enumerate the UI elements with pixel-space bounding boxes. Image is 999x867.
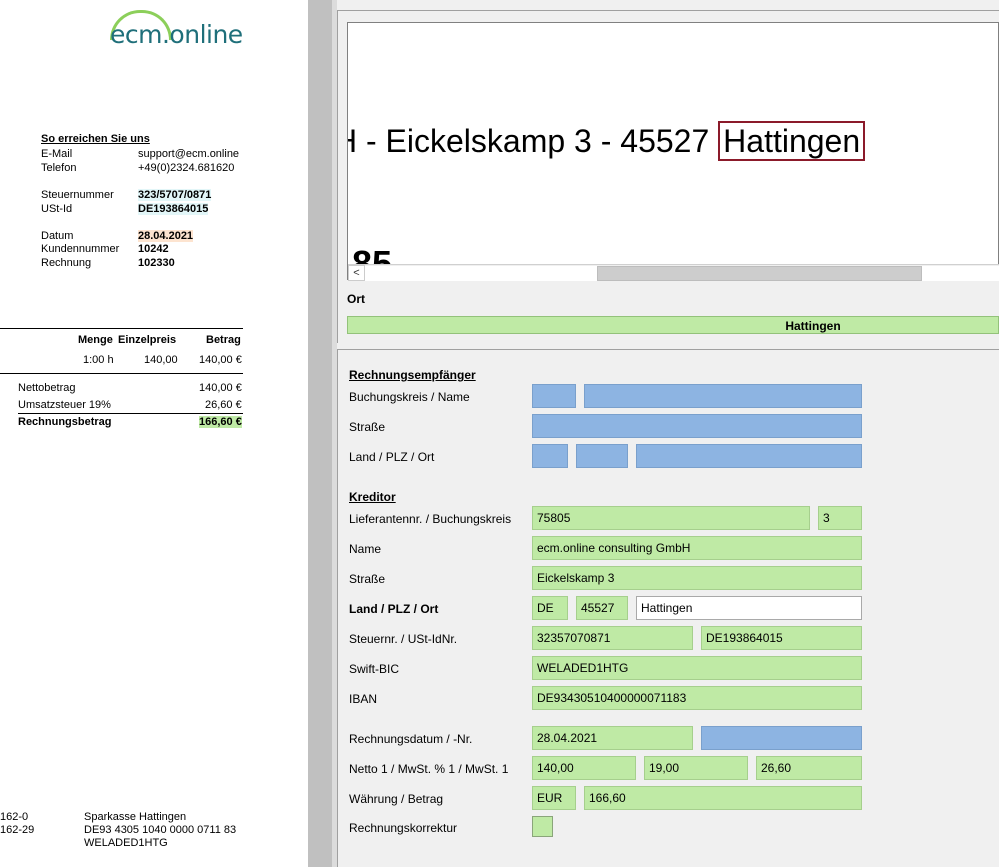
scrollbar-thumb[interactable] bbox=[597, 266, 922, 281]
footer-iban: DE93 4305 1040 0000 0711 83 bbox=[84, 824, 237, 836]
label-buchungskreis-name: Buchungskreis / Name bbox=[349, 390, 470, 404]
kreditor-buchungskreis-field[interactable]: 3 bbox=[818, 506, 862, 530]
rechnungskorrektur-checkbox[interactable] bbox=[532, 816, 553, 837]
label-rechnungsdatum-nr: Rechnungsdatum / -Nr. bbox=[349, 732, 473, 746]
preview-horizontal-scrollbar[interactable]: < bbox=[348, 264, 999, 281]
kreditor-ort-field[interactable]: Hattingen bbox=[636, 596, 862, 620]
mwst-percent-field[interactable]: 19,00 bbox=[644, 756, 748, 780]
swift-bic-field[interactable]: WELADED1HTG bbox=[532, 656, 862, 680]
row-einzelpreis: 140,00 bbox=[144, 354, 178, 366]
kundennummer-label: Kundennummer bbox=[41, 243, 120, 255]
betrag-field[interactable]: 166,60 bbox=[584, 786, 862, 810]
preview-address-prefix: H - Eickelskamp 3 - 45527 bbox=[347, 123, 719, 159]
footer-bic: WELADED1HTG bbox=[84, 837, 168, 849]
empfaenger-land-field[interactable] bbox=[532, 444, 568, 468]
kreditor-strasse-field[interactable]: Eickelskamp 3 bbox=[532, 566, 862, 590]
rechnungsbetrag-value: 166,60 € bbox=[199, 416, 242, 428]
rechnungsnr-field[interactable] bbox=[701, 726, 862, 750]
footer-left-2: 162-29 bbox=[0, 824, 35, 836]
nettobetrag-value: 140,00 € bbox=[199, 382, 242, 394]
empfaenger-ort-field[interactable] bbox=[636, 444, 862, 468]
contact-phone-label: Telefon bbox=[41, 162, 77, 174]
kundennummer-value: 10242 bbox=[138, 243, 169, 255]
footer-bank-name: Sparkasse Hattingen bbox=[84, 811, 187, 823]
logo-text: ecm.online bbox=[110, 20, 243, 49]
ort-field-label: Ort bbox=[347, 292, 365, 306]
steuernr-field[interactable]: 32357070871 bbox=[532, 626, 693, 650]
col-menge: Menge bbox=[78, 334, 113, 346]
kreditor-plz-field[interactable]: 45527 bbox=[576, 596, 628, 620]
footer-left-1: 162-0 bbox=[0, 811, 29, 823]
contact-heading: So erreichen Sie uns bbox=[41, 133, 150, 145]
datum-value: 28.04.2021 bbox=[138, 230, 194, 242]
rechnung-value: 102330 bbox=[138, 257, 175, 269]
label-steuernr-ustid: Steuernr. / USt-IdNr. bbox=[349, 632, 458, 646]
splitter-bar[interactable] bbox=[308, 0, 332, 867]
section-rechnungsempfaenger: Rechnungsempfänger bbox=[349, 368, 476, 382]
label-waehrung-betrag: Währung / Betrag bbox=[349, 792, 444, 806]
umsatzsteuer-label: Umsatzsteuer 19% bbox=[18, 399, 111, 411]
ustid-value: DE193864015 bbox=[138, 203, 209, 215]
label-netto-mwst: Netto 1 / MwSt. % 1 / MwSt. 1 bbox=[349, 762, 509, 776]
waehrung-field[interactable]: EUR bbox=[532, 786, 576, 810]
label-name: Name bbox=[349, 542, 382, 556]
netto-field[interactable]: 140,00 bbox=[532, 756, 636, 780]
steuernummer-value: 323/5707/0871 bbox=[138, 189, 212, 201]
divider bbox=[0, 328, 243, 329]
kreditor-name-field[interactable]: ecm.online consulting GmbH bbox=[532, 536, 862, 560]
label-lieferantennr: Lieferantennr. / Buchungskreis bbox=[349, 512, 512, 526]
label-land-plz-ort-kreditor: Land / PLZ / Ort bbox=[349, 602, 439, 616]
label-strasse-empfaenger: Straße bbox=[349, 420, 386, 434]
col-einzelpreis: Einzelpreis bbox=[118, 334, 177, 346]
preview-highlight-box: Hattingen bbox=[718, 121, 866, 161]
label-land-plz-ort-empfaenger: Land / PLZ / Ort bbox=[349, 450, 435, 464]
row-betrag: 140,00 € bbox=[199, 354, 242, 366]
datum-label: Datum bbox=[41, 230, 74, 242]
label-rechnungskorrektur: Rechnungskorrektur bbox=[349, 821, 458, 835]
nettobetrag-label: Nettobetrag bbox=[18, 382, 76, 394]
row-menge: 1:00 h bbox=[83, 354, 114, 366]
label-iban: IBAN bbox=[349, 692, 378, 706]
ustid-label: USt-Id bbox=[41, 203, 73, 215]
empfaenger-buchungskreis-field[interactable] bbox=[532, 384, 576, 408]
ecm-online-logo: ecm.online bbox=[108, 10, 243, 52]
ustid-field[interactable]: DE193864015 bbox=[701, 626, 862, 650]
divider bbox=[0, 373, 243, 374]
zoom-preview: H - Eickelskamp 3 - 45527 Hattingen l r … bbox=[347, 22, 999, 280]
contact-email-label: E-Mail bbox=[41, 148, 73, 160]
ort-extracted-value[interactable]: Hattingen bbox=[347, 316, 999, 334]
rechnung-label: Rechnung bbox=[41, 257, 92, 269]
empfaenger-name-field[interactable] bbox=[584, 384, 862, 408]
empfaenger-strasse-field[interactable] bbox=[532, 414, 862, 438]
steuernummer-label: Steuernummer bbox=[41, 189, 114, 201]
section-kreditor: Kreditor bbox=[349, 490, 396, 504]
scroll-left-button[interactable]: < bbox=[348, 265, 365, 281]
invoice-document: ecm.online So erreichen Sie uns E-Mail s… bbox=[0, 0, 308, 867]
contact-email-value: support@ecm.online bbox=[138, 148, 240, 160]
label-strasse-kreditor: Straße bbox=[349, 572, 386, 586]
label-swift-bic: Swift-BIC bbox=[349, 662, 400, 676]
rechnungsbetrag-label: Rechnungsbetrag bbox=[18, 416, 112, 428]
kreditor-land-field[interactable]: DE bbox=[532, 596, 568, 620]
contact-phone-value: +49(0)2324.681620 bbox=[138, 162, 235, 174]
divider bbox=[18, 413, 243, 414]
rechnungsdatum-field[interactable]: 28.04.2021 bbox=[532, 726, 693, 750]
umsatzsteuer-value: 26,60 € bbox=[205, 399, 242, 411]
mwst-field[interactable]: 26,60 bbox=[756, 756, 862, 780]
col-betrag: Betrag bbox=[206, 334, 241, 346]
empfaenger-plz-field[interactable] bbox=[576, 444, 628, 468]
iban-field[interactable]: DE93430510400000071183 bbox=[532, 686, 862, 710]
lieferantennr-field[interactable]: 75805 bbox=[532, 506, 810, 530]
preview-address-line: H - Eickelskamp 3 - 45527 Hattingen bbox=[347, 121, 866, 161]
